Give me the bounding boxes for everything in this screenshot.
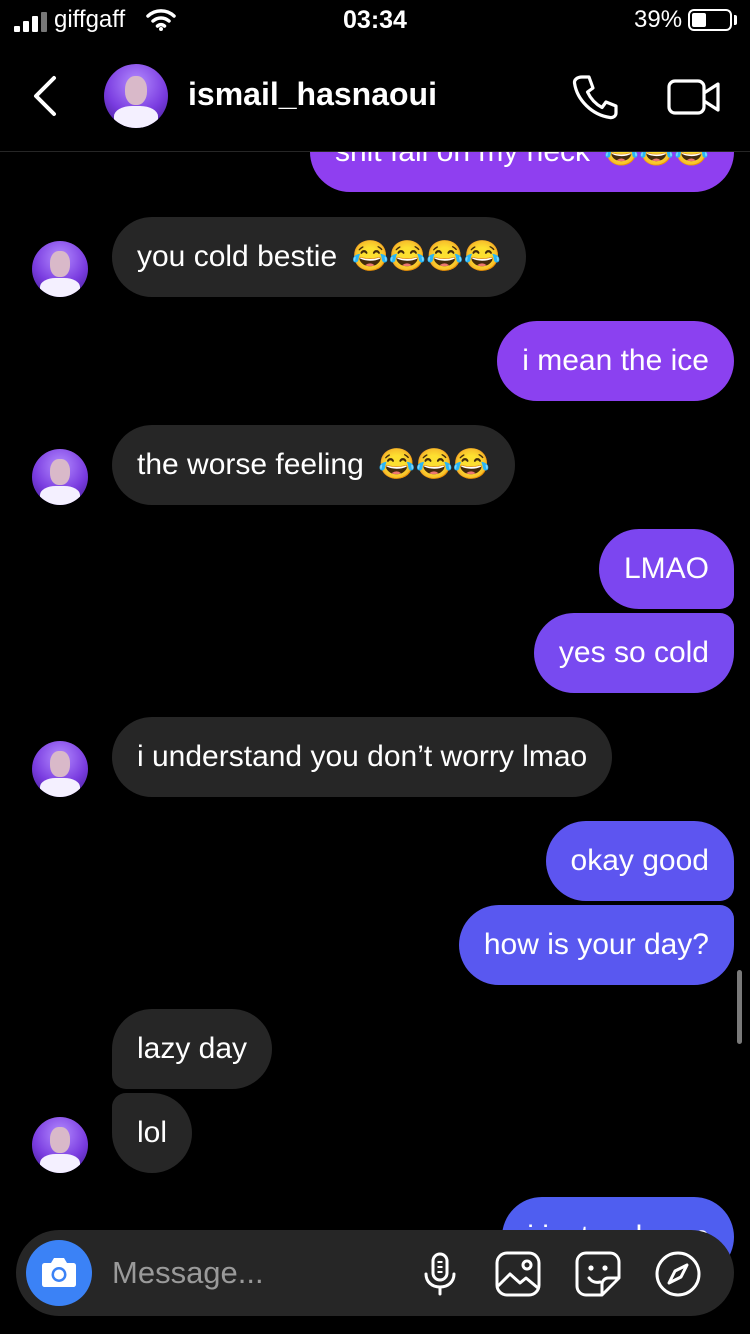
phone-icon[interactable] [570, 72, 620, 122]
outgoing-message-bubble[interactable]: LMAO [598, 529, 734, 609]
outgoing-message-bubble[interactable]: how is your day? [458, 905, 734, 985]
incoming-message-bubble[interactable]: you cold bestie 😂😂😂😂 [112, 217, 526, 297]
status-bar: giffgaff 03:34 39% [0, 0, 750, 44]
incoming-message-bubble[interactable]: lol [112, 1093, 193, 1173]
battery-icon [688, 9, 732, 31]
compass-icon[interactable] [654, 1250, 702, 1298]
message-text: the worse feeling [137, 448, 364, 481]
battery-percent: 39% [634, 6, 683, 33]
message-text: lazy day [137, 1032, 248, 1065]
chat-header: ismail_hasnaoui [0, 44, 750, 152]
message-text: you cold bestie [137, 240, 338, 273]
contact-avatar[interactable] [32, 741, 88, 797]
message-text: lol [137, 1116, 168, 1149]
message-text: i understand you don’t worry lmao [137, 740, 588, 773]
outgoing-message-bubble[interactable]: yes so cold [533, 613, 734, 693]
camera-button[interactable] [26, 1240, 92, 1306]
contact-avatar[interactable] [32, 1117, 88, 1173]
outgoing-message-bubble[interactable]: i mean the ice [497, 321, 734, 401]
message-text: LMAO [623, 552, 709, 585]
sticker-icon[interactable] [574, 1250, 622, 1298]
scroll-indicator[interactable] [737, 970, 742, 1044]
avatar[interactable] [104, 64, 168, 128]
message-composer [16, 1230, 734, 1316]
contact-username[interactable]: ismail_hasnaoui [188, 76, 437, 113]
gallery-icon[interactable] [494, 1250, 542, 1298]
message-input[interactable] [112, 1250, 402, 1296]
message-text: how is your day? [483, 928, 709, 961]
back-chevron-icon[interactable] [24, 70, 72, 122]
incoming-message-bubble[interactable]: lazy day [112, 1009, 273, 1089]
message-emoji: 😂😂😂 [378, 448, 491, 481]
message-text: i mean the ice [522, 344, 709, 377]
camera-icon [42, 1258, 76, 1287]
message-emoji: 😂😂😂😂 [351, 240, 501, 273]
battery-tip [734, 15, 737, 25]
contact-avatar[interactable] [32, 241, 88, 297]
message-text: okay good [570, 844, 709, 877]
contact-avatar[interactable] [32, 449, 88, 505]
incoming-message-bubble[interactable]: i understand you don’t worry lmao [112, 717, 613, 797]
video-camera-icon[interactable] [666, 74, 722, 120]
message-text: yes so cold [558, 636, 709, 669]
incoming-message-bubble[interactable]: the worse feeling 😂😂😂 [112, 425, 516, 505]
microphone-icon[interactable] [416, 1250, 464, 1298]
outgoing-message-bubble[interactable]: okay good [545, 821, 734, 901]
